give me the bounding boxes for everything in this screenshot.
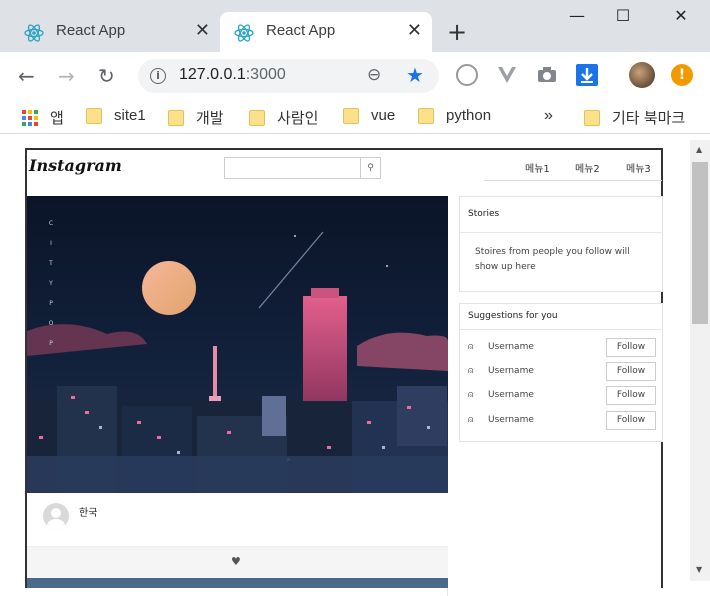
post-caption: 한국	[79, 508, 98, 519]
search-input[interactable]: ⚲	[224, 157, 381, 179]
reload-icon[interactable]: ↻	[98, 64, 115, 88]
menu-item-3[interactable]: 메뉴3	[626, 160, 651, 175]
maximize-icon[interactable]: ☐	[600, 6, 646, 25]
follow-button[interactable]: Follow	[606, 386, 656, 405]
warning-icon[interactable]: !	[671, 64, 693, 86]
folder-icon	[249, 109, 265, 126]
suggestion-row: ⍝ Username Follow	[460, 411, 664, 431]
menu-item-2[interactable]: 메뉴2	[575, 160, 600, 175]
heart-icon[interactable]: ♥	[231, 555, 241, 568]
menu-item-1[interactable]: 메뉴1	[525, 160, 550, 175]
bookmarks-overflow-button[interactable]: »	[544, 107, 553, 125]
close-tab-icon[interactable]: ✕	[407, 20, 422, 41]
suggestion-username[interactable]: Username	[488, 415, 534, 425]
follow-button[interactable]: Follow	[606, 338, 656, 357]
stories-title: Stories	[460, 197, 662, 233]
post-image: C I T Y P O P	[27, 196, 448, 493]
close-window-icon[interactable]: ✕	[658, 6, 704, 25]
apps-grid-icon	[22, 109, 38, 126]
bookmark-site1[interactable]: site1	[86, 107, 146, 124]
page-scrollbar[interactable]: ▲ ▼	[690, 140, 710, 581]
browser-chrome: React App ✕ React App ✕ + — ☐ ✕ ← → ↻ i …	[0, 0, 710, 140]
search-icon[interactable]: ⚲	[360, 158, 380, 178]
post-footer: 한국	[27, 493, 448, 546]
new-tab-button[interactable]: +	[447, 18, 467, 46]
bookmark-apps[interactable]: 앱	[22, 107, 64, 128]
next-post-image	[27, 578, 448, 588]
vue-devtools-icon[interactable]	[496, 64, 518, 86]
tab-strip: React App ✕ React App ✕ + — ☐ ✕	[0, 0, 710, 52]
stories-body: Stoires from people you follow will show…	[475, 247, 630, 272]
suggestion-row: ⍝ Username Follow	[460, 386, 664, 406]
user-icon: ⍝	[468, 390, 474, 400]
suggestion-row: ⍝ Username Follow	[460, 362, 664, 382]
folder-icon	[168, 109, 184, 126]
bookmark-vue[interactable]: vue	[343, 107, 395, 124]
follow-button[interactable]: Follow	[606, 411, 656, 430]
suggestion-username[interactable]: Username	[488, 342, 534, 352]
browser-toolbar: ← → ↻ i 127.0.0.1:3000 ⊖ ★ !	[0, 52, 710, 100]
profile-avatar[interactable]	[629, 62, 655, 88]
tab-react-app-2[interactable]: React App ✕	[220, 12, 432, 52]
stories-card: Stories Stoires from people you follow w…	[459, 196, 663, 292]
scrollbar-thumb[interactable]	[692, 162, 708, 324]
user-icon: ⍝	[468, 342, 474, 352]
header-divider	[484, 180, 662, 181]
url-text: 127.0.0.1:3000	[179, 66, 286, 83]
zoom-icon[interactable]: ⊖	[367, 65, 381, 85]
site-info-icon[interactable]: i	[150, 68, 166, 84]
back-arrow-icon[interactable]: ←	[18, 64, 35, 88]
follow-button[interactable]: Follow	[606, 362, 656, 381]
feed-post: C I T Y P O P 한국 ♥	[27, 196, 448, 596]
folder-icon	[584, 109, 600, 126]
forward-arrow-icon[interactable]: →	[58, 64, 75, 88]
bookmark-dev[interactable]: 개발	[168, 107, 224, 128]
instagram-logo[interactable]: Instagram	[29, 156, 122, 175]
tab-title: React App	[56, 22, 126, 39]
user-icon: ⍝	[468, 366, 474, 376]
bookmark-saramin[interactable]: 사람인	[249, 107, 318, 128]
extension-target-icon[interactable]	[456, 64, 478, 86]
bookmark-python[interactable]: python	[418, 107, 491, 124]
bookmarks-bar: 앱 site1 개발 사람인 vue python » 기타 북마크	[0, 100, 710, 134]
download-icon[interactable]	[576, 64, 598, 86]
react-icon	[24, 24, 44, 42]
bookmark-star-icon[interactable]: ★	[406, 63, 424, 87]
minimize-icon[interactable]: —	[554, 6, 600, 25]
tab-react-app-1[interactable]: React App ✕	[10, 12, 220, 52]
post-actions-bar: ♥	[27, 546, 448, 578]
app-frame: Instagram ⚲ 메뉴1 메뉴2 메뉴3 C I T Y P O P 한국…	[25, 148, 663, 596]
folder-icon	[343, 107, 359, 124]
city-pop-vertical-text: C I T Y P O P	[48, 220, 54, 347]
user-avatar-icon[interactable]	[43, 503, 69, 529]
folder-icon	[86, 107, 102, 124]
suggestions-title: Suggestions for you	[460, 304, 662, 330]
scroll-down-arrow-icon[interactable]: ▼	[696, 565, 702, 574]
folder-icon	[418, 107, 434, 124]
address-bar[interactable]: i 127.0.0.1:3000 ⊖ ★	[138, 59, 439, 93]
scroll-up-arrow-icon[interactable]: ▲	[696, 145, 702, 154]
close-tab-icon[interactable]: ✕	[195, 20, 210, 41]
suggestion-username[interactable]: Username	[488, 366, 534, 376]
suggestions-card: Suggestions for you ⍝ Username Follow ⍝ …	[459, 303, 663, 442]
camera-icon[interactable]	[536, 64, 558, 86]
suggestion-username[interactable]: Username	[488, 390, 534, 400]
react-icon	[234, 24, 254, 42]
tab-title: React App	[266, 22, 336, 39]
bookmark-other[interactable]: 기타 북마크	[584, 107, 685, 128]
suggestion-row: ⍝ Username Follow	[460, 338, 664, 358]
user-icon: ⍝	[468, 415, 474, 425]
